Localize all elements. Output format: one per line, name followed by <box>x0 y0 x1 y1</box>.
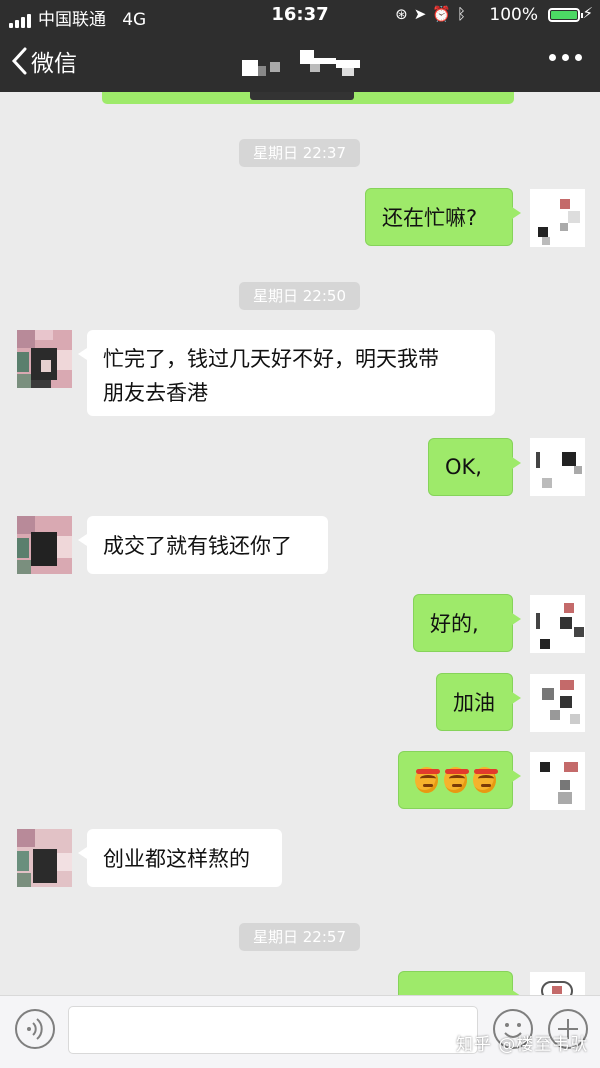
message-bubble-outgoing[interactable]: 还在忙嘛? <box>365 188 521 246</box>
message-bubble-outgoing[interactable]: 好的, <box>413 594 521 652</box>
bluetooth-icon: ᛒ <box>456 5 472 23</box>
my-avatar[interactable] <box>530 674 585 732</box>
angry-face-emoji <box>473 767 498 793</box>
status-icons: ⊛➤⏰ᛒ <box>395 5 472 23</box>
back-button[interactable]: 微信 <box>10 44 77 78</box>
my-avatar[interactable] <box>530 438 585 496</box>
contact-avatar[interactable] <box>17 330 72 388</box>
back-label: 微信 <box>31 51 77 77</box>
timestamp: 星期日 22:57 <box>239 923 360 951</box>
angry-face-emoji <box>444 767 469 793</box>
watermark: 知乎 @楼至韦驮 <box>456 1035 589 1055</box>
contact-avatar[interactable] <box>17 829 72 887</box>
angry-face-emoji <box>415 767 440 793</box>
message-text: 好的, <box>430 612 479 636</box>
contact-name-obscured <box>242 50 360 76</box>
message-bubble-outgoing[interactable] <box>398 971 521 995</box>
message-bubble-incoming[interactable]: 成交了就有钱还你了 <box>78 516 328 574</box>
battery-percent: 100% <box>489 5 538 25</box>
timestamp: 星期日 22:50 <box>239 282 360 310</box>
message-bubble-outgoing[interactable]: 加油 <box>436 673 521 731</box>
message-text: 成交了就有钱还你了 <box>103 534 292 558</box>
more-options-button[interactable] <box>549 54 582 61</box>
previous-message-obscured <box>250 92 354 100</box>
contact-avatar[interactable] <box>17 516 72 574</box>
message-bubble-outgoing[interactable] <box>398 751 521 809</box>
voice-input-button[interactable] <box>15 1009 55 1049</box>
charging-icon: ⚡ <box>582 4 593 22</box>
status-bar: 中国联通 4G 16:37 ⊛➤⏰ᛒ 100% ⚡ <box>0 0 600 30</box>
message-text: 创业都这样熬的 <box>103 847 250 871</box>
input-toolbar: 知乎 @楼至韦驮 <box>0 995 600 1068</box>
message-bubble-outgoing[interactable]: OK, <box>428 438 521 496</box>
message-text: OK, <box>445 455 482 479</box>
message-text: 还在忙嘛? <box>382 206 478 230</box>
my-avatar[interactable] <box>530 189 585 247</box>
my-avatar[interactable] <box>530 595 585 653</box>
alarm-icon: ⏰ <box>432 5 457 23</box>
message-bubble-incoming[interactable]: 忙完了，钱过几天好不好，明天我带 朋友去香港 <box>78 330 495 416</box>
timestamp: 星期日 22:37 <box>239 139 360 167</box>
battery-fill <box>551 11 577 19</box>
battery-icon <box>548 8 583 22</box>
chevron-left-icon <box>11 47 27 75</box>
chat-header: 微信 <box>0 30 600 92</box>
my-avatar[interactable] <box>530 972 585 995</box>
message-input[interactable] <box>68 1006 478 1054</box>
location-icon: ➤ <box>413 5 433 23</box>
message-text: 忙完了，钱过几天好不好，明天我带 朋友去香港 <box>103 347 439 405</box>
voice-icon <box>27 1018 43 1040</box>
message-text: 加油 <box>453 691 495 715</box>
orientation-lock-icon: ⊛ <box>395 5 414 23</box>
message-bubble-incoming[interactable]: 创业都这样熬的 <box>78 829 282 887</box>
message-list[interactable]: 星期日 22:37 还在忙嘛? 星期日 22:50 忙完了，钱过几天好不好，明天… <box>0 92 600 995</box>
my-avatar[interactable] <box>530 752 585 810</box>
